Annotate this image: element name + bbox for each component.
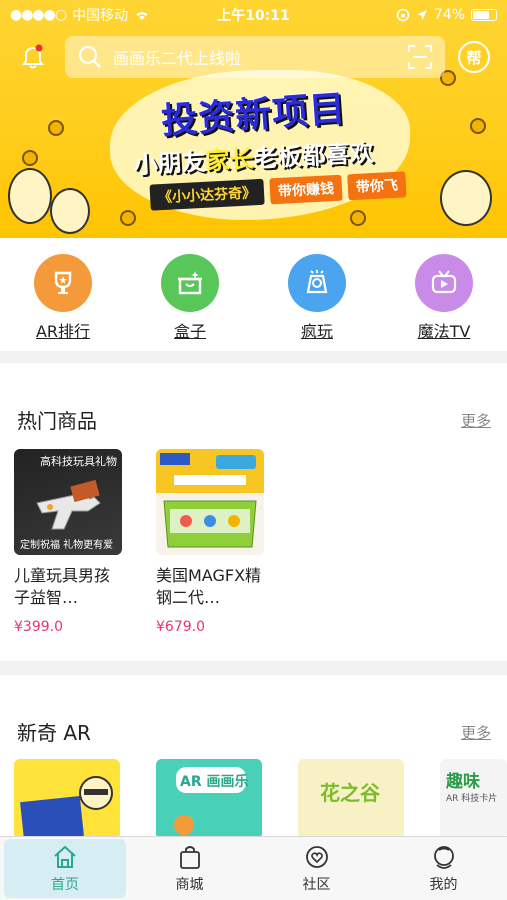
home-icon <box>54 845 76 868</box>
banner-subtitle-part1: 小朋友 <box>133 147 207 180</box>
scan-icon[interactable] <box>407 44 433 70</box>
ar-card-title: AR 画画乐 <box>180 774 249 790</box>
section-title: 新奇 AR <box>17 721 91 745</box>
signal-icon: ●●●●○ <box>10 7 67 23</box>
tab-home[interactable]: 首页 <box>4 839 126 898</box>
notification-button[interactable] <box>18 42 48 72</box>
bell-icon <box>22 44 44 69</box>
tab-community[interactable]: 社区 <box>253 837 380 900</box>
ar-card-title: 趣味 <box>446 772 480 792</box>
category-label: AR排行 <box>35 322 91 341</box>
category-ar-ranking[interactable]: AR排行 <box>8 254 118 342</box>
search-bar[interactable]: 画画乐二代上线啦 <box>65 36 445 78</box>
product-image-caption-bottom: 定制祝福 礼物更有爱 <box>20 540 114 551</box>
top-bar: 画画乐二代上线啦 帮 <box>0 34 507 80</box>
search-input[interactable]: 画画乐二代上线啦 <box>113 45 407 69</box>
product-card[interactable]: 美国MAGFX精钢二代… ¥679.0 <box>156 449 266 635</box>
status-time: 上午10:11 <box>217 8 290 24</box>
category-play[interactable]: 疯玩 <box>262 254 372 342</box>
shopping-bag-icon <box>179 845 200 869</box>
toy-gun-image <box>36 479 101 530</box>
tv-icon <box>415 254 473 312</box>
magnetic-box-image <box>156 449 264 548</box>
location-icon <box>416 10 427 20</box>
search-icon <box>78 45 101 68</box>
bottom-tab-bar: 首页 商城 社区 我的 <box>0 836 507 900</box>
category-box[interactable]: 盒子 <box>135 254 245 342</box>
coin-decoration <box>350 210 366 226</box>
tab-label: 首页 <box>51 876 79 893</box>
product-card[interactable]: 高科技玩具礼物 定制祝福 礼物更有爱 儿童玩具男孩子益智… ¥399.0 <box>14 449 124 635</box>
product-image: 高科技玩具礼物 定制祝福 礼物更有爱 <box>14 449 122 555</box>
tab-label: 我的 <box>429 876 458 893</box>
more-link[interactable]: 更多 <box>461 722 491 743</box>
category-grid: AR排行 盒子 疯玩 魔法TV <box>0 238 507 351</box>
category-label: 疯玩 <box>300 322 333 341</box>
ar-card[interactable]: 趣味 AR 科技卡片 <box>440 759 507 836</box>
section-title: 热门商品 <box>17 409 97 433</box>
category-label: 魔法TV <box>417 322 471 341</box>
tab-shop[interactable]: 商城 <box>126 837 253 900</box>
product-price: ¥679.0 <box>156 619 205 635</box>
product-image-caption-top: 高科技玩具礼物 <box>40 455 117 468</box>
battery-percent: 74% <box>433 7 465 23</box>
product-price: ¥399.0 <box>14 619 63 635</box>
coin-decoration <box>120 210 136 226</box>
product-name: 儿童玩具男孩子益智… <box>14 566 111 607</box>
community-icon <box>305 845 328 868</box>
product-name: 美国MAGFX精钢二代… <box>156 566 262 607</box>
status-bar: ●●●●○ 中国移动 上午10:11 74% <box>0 0 507 30</box>
cartoon-face-left-2 <box>50 188 90 234</box>
tab-label: 商城 <box>175 876 204 893</box>
banner-tag-1: 带你赚钱 <box>269 174 343 205</box>
ar-card-image <box>20 776 113 836</box>
carrier-label: 中国移动 <box>72 8 129 24</box>
box-icon <box>161 254 219 312</box>
banner-subtitle-part3: 老板都喜欢 <box>252 138 375 173</box>
banner-tag-2: 带你飞 <box>347 171 407 201</box>
ar-card[interactable]: AR 画画乐 <box>156 759 262 836</box>
cartoon-face-right <box>440 170 492 226</box>
ar-card-title: 花之谷 <box>320 781 380 805</box>
tab-profile[interactable]: 我的 <box>380 837 507 900</box>
profile-icon <box>433 845 454 869</box>
banner-subtitle-part2: 家长 <box>204 145 255 176</box>
ar-card-subtitle: AR 科技卡片 <box>446 794 498 804</box>
product-image <box>156 449 264 555</box>
category-magic-tv[interactable]: 魔法TV <box>389 254 499 342</box>
wifi-icon <box>136 12 148 20</box>
ar-section: 新奇 AR 更多 AR 画画乐 花之谷 趣味 AR 科技卡片 <box>0 675 507 836</box>
help-button[interactable]: 帮 <box>458 41 490 73</box>
battery-icon <box>471 9 497 21</box>
ar-toy-icon <box>288 254 346 312</box>
ar-card[interactable] <box>14 759 120 836</box>
category-label: 盒子 <box>173 322 206 341</box>
trophy-icon <box>34 254 92 312</box>
hot-products-section: 热门商品 更多 高科技玩具礼物 定制祝福 礼物更有爱 儿童玩具男孩子益智… ¥3… <box>0 363 507 661</box>
orientation-lock-icon <box>396 8 410 22</box>
more-link[interactable]: 更多 <box>461 410 491 431</box>
ar-card[interactable]: 花之谷 <box>298 759 404 836</box>
tab-label: 社区 <box>302 876 331 893</box>
